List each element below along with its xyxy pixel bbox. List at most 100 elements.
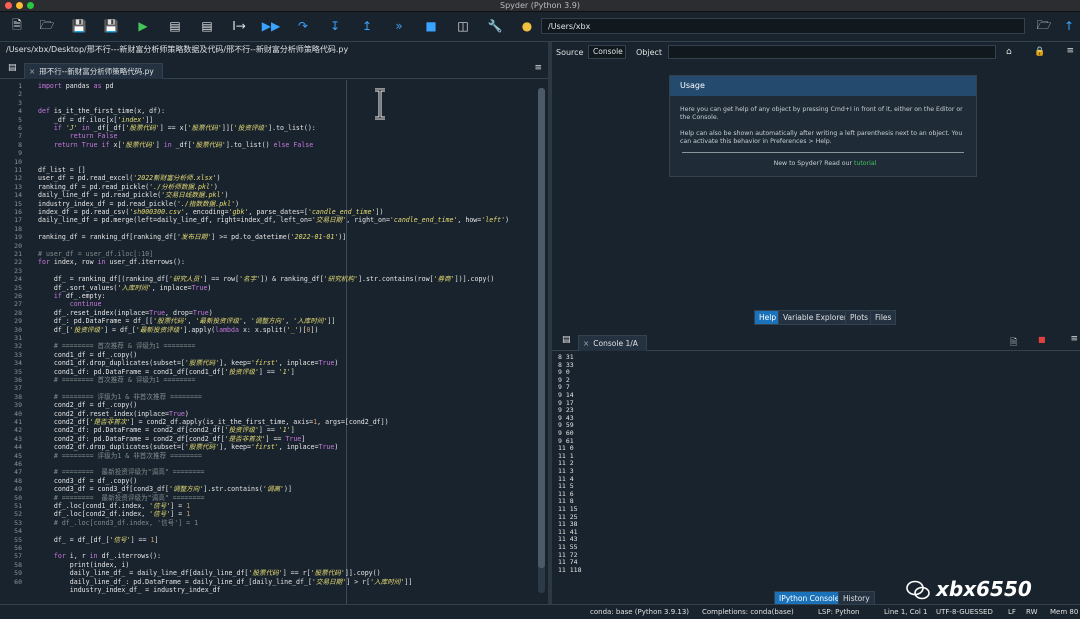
console-options-icon[interactable]: ≡ <box>1070 334 1078 344</box>
code-line[interactable]: cond2_df: pd.DataFrame = cond2_df[cond2_… <box>38 426 295 434</box>
code-line[interactable]: # ======== 首次推荐 & 评级为1 ======== <box>38 376 195 384</box>
code-line[interactable]: return True if x['股票代码'] in _df['股票代码'].… <box>38 141 313 149</box>
step-return-icon[interactable]: ↥ <box>358 18 376 34</box>
tutorial-link[interactable]: tutorial <box>854 160 876 167</box>
code-line[interactable]: df_.loc[cond1_df.index, '信号'] = 1 <box>38 502 190 510</box>
tab-variable-explorer[interactable]: Variable Explorer <box>778 310 852 325</box>
usage-panel: Usage Here you can get help of any objec… <box>669 75 977 177</box>
code-line[interactable]: ranking_df = ranking_df[ranking_df['发布日期… <box>38 233 346 241</box>
interrupt-kernel-icon[interactable]: ■ <box>1038 335 1046 344</box>
source-select[interactable]: Console <box>588 45 626 59</box>
code-line[interactable]: df_ = ranking_df[(ranking_df['研究人员'] == … <box>38 275 494 283</box>
help-options-icon[interactable]: ≡ <box>1066 46 1074 56</box>
preferences-wrench-icon[interactable]: 🔧 <box>486 18 504 34</box>
debug-icon[interactable]: ▶▶ <box>262 18 280 34</box>
code-line[interactable]: df_['投资评级'] = df_['最新投资评级'].apply(lambda… <box>38 326 319 334</box>
code-line[interactable]: print(index, i) <box>38 561 130 569</box>
close-tab-icon[interactable]: × <box>29 67 35 76</box>
code-line[interactable]: df_.sort_values('入库时间', inplace=True) <box>38 284 211 292</box>
run-cell-icon[interactable]: ▤ <box>166 18 184 34</box>
code-line[interactable]: # user_df = user_df.iloc[:10] <box>38 250 153 258</box>
code-line[interactable]: daily_line_df = pd.read_pickle('交易日线数据.p… <box>38 191 228 199</box>
code-line[interactable]: df_: pd.DataFrame = df_[['股票代码', '最新投资评级… <box>38 317 336 325</box>
browse-directory-icon[interactable]: 🗁 <box>1035 18 1053 34</box>
code-line[interactable]: cond3_df = df_.copy() <box>38 477 137 485</box>
code-line[interactable]: for i, r in df_.iterrows(): <box>38 552 161 560</box>
code-line[interactable]: _df = df.iloc[x['index']] <box>38 116 153 124</box>
step-into-icon[interactable]: ↧ <box>326 18 344 34</box>
code-line[interactable]: cond3_df = cond3_df[cond3_df['调整方向'].str… <box>38 485 292 493</box>
editor-scrollbar-thumb[interactable] <box>538 88 545 568</box>
code-line[interactable]: index_df = pd.read_csv('sh000300.csv', e… <box>38 208 383 216</box>
code-line[interactable]: # df_.loc[cond3_df.index, '信号'] = 1 <box>38 519 198 527</box>
line-number: 60 <box>14 577 22 586</box>
home-icon[interactable]: ⌂ <box>1006 47 1012 57</box>
lock-icon[interactable]: 🔒 <box>1034 47 1045 57</box>
code-line[interactable]: for index, row in user_df.iterrows(): <box>38 258 185 266</box>
code-line[interactable]: if 'J' in _df[_df['股票代码'] == x['股票代码']][… <box>38 124 316 132</box>
line-number: 10 <box>14 157 22 166</box>
save-icon[interactable]: 💾 <box>70 18 88 34</box>
line-number: 18 <box>14 224 22 233</box>
code-line[interactable]: return False <box>38 132 118 140</box>
console-tab[interactable]: × Console 1/A <box>578 335 647 351</box>
tab-plots[interactable]: Plots <box>845 310 874 325</box>
tab-files[interactable]: Files <box>870 310 897 325</box>
code-line[interactable]: cond2_df['是否非首次'] = cond2_df.apply(is_it… <box>38 418 389 426</box>
maximize-pane-icon[interactable]: ◫ <box>454 18 472 34</box>
code-line[interactable]: # ======== 最新投资评级为"调高" ======== <box>38 468 205 476</box>
line-number: 31 <box>14 334 22 342</box>
line-number: 15 <box>14 199 22 208</box>
run-icon[interactable]: ▶ <box>134 18 152 34</box>
stop-debug-icon[interactable]: ■ <box>422 18 440 34</box>
code-line[interactable]: cond1_df: pd.DataFrame = cond1_df[cond1_… <box>38 368 295 376</box>
console-browse-tabs-icon[interactable]: ▤ <box>562 335 571 345</box>
options-menu-icon[interactable]: ≡ <box>534 63 542 73</box>
code-editor[interactable]: 1 2 3 4 5 6 7 8 9 10 11 12 13 14 15 16 17 18 19 20 21 22 23 24 2… <box>0 80 548 606</box>
run-cell-advance-icon[interactable]: ▤ <box>198 18 216 34</box>
new-file-icon[interactable]: 🗎 <box>8 18 26 34</box>
save-all-icon[interactable]: 💾 <box>102 18 120 34</box>
code-line[interactable]: import pandas as pd <box>38 82 113 90</box>
code-line[interactable]: user_df = pd.read_excel('2022新财富分析师.xlsx… <box>38 174 221 182</box>
code-line[interactable]: if df_.empty: <box>38 292 106 300</box>
python-path-icon[interactable]: ● <box>518 18 536 34</box>
close-console-icon[interactable]: × <box>583 339 589 348</box>
code-line[interactable]: # ======== 评级为1 & 非首次推荐 ======== <box>38 452 202 460</box>
code-line[interactable]: cond2_df.drop_duplicates(subset=['股票代码']… <box>38 443 338 451</box>
code-line[interactable]: daily_line_df_ = daily_line_df[daily_lin… <box>38 569 381 577</box>
line-number: 40 <box>14 409 22 418</box>
code-line[interactable]: df_ = df_[df_['信号'] == 1] <box>38 536 159 544</box>
code-line[interactable]: ranking_df = pd.read_pickle('./分析师数据.pkl… <box>38 183 218 191</box>
wechat-icon <box>906 580 930 600</box>
editor-scrollbar[interactable] <box>538 88 545 593</box>
code-line[interactable]: cond1_df = df_.copy() <box>38 351 137 359</box>
code-line[interactable]: df_list = [] <box>38 166 86 174</box>
code-line[interactable]: cond1_df.drop_duplicates(subset=['股票代码']… <box>38 359 338 367</box>
code-line[interactable]: daily_line_df_: pd.DataFrame = daily_lin… <box>38 578 413 586</box>
working-directory-input[interactable]: /Users/xbx <box>541 18 1025 34</box>
continue-icon[interactable]: » <box>390 18 408 34</box>
browse-tabs-icon[interactable]: ▤ <box>8 63 17 73</box>
code-line[interactable]: df_.loc[cond2_df.index, '信号'] = 1 <box>38 510 190 518</box>
code-line[interactable]: cond2_df: pd.DataFrame = cond2_df[cond2_… <box>38 435 305 443</box>
code-line[interactable]: # ======== 最新投资评级为"调高" ======== <box>38 494 205 502</box>
code-line[interactable]: industry_index_df = pd.read_pickle('./指数… <box>38 200 239 208</box>
code-line[interactable]: # ======== 评级为1 & 非首次推荐 ======== <box>38 393 202 401</box>
object-input[interactable] <box>668 45 996 59</box>
code-line[interactable]: industry_index_df_ = industry_index_df <box>38 586 221 594</box>
code-line[interactable]: continue <box>38 300 102 308</box>
open-file-icon[interactable]: 🗁 <box>38 18 56 34</box>
line-number: 32 <box>14 342 22 351</box>
clear-console-icon[interactable]: 🗎 <box>1010 335 1017 351</box>
code-line[interactable]: cond2_df = df_.copy() <box>38 401 137 409</box>
code-line[interactable]: cond2_df.reset_index(inplace=True) <box>38 410 189 418</box>
editor-tab[interactable]: × 邢不行--新财富分析师策略代码.py <box>24 63 163 79</box>
code-line[interactable]: daily_line_df = pd.merge(left=daily_line… <box>38 216 509 224</box>
code-line[interactable]: # ======== 首次推荐 & 评级为1 ======== <box>38 342 195 350</box>
parent-directory-icon[interactable]: ↑ <box>1060 18 1078 34</box>
run-selection-icon[interactable]: I→ <box>230 18 248 34</box>
code-line[interactable]: def is_it_the_first_time(x, df): <box>38 107 165 115</box>
step-over-icon[interactable]: ↷ <box>294 18 312 34</box>
code-line[interactable]: df_.reset_index(inplace=True, drop=True) <box>38 309 213 317</box>
